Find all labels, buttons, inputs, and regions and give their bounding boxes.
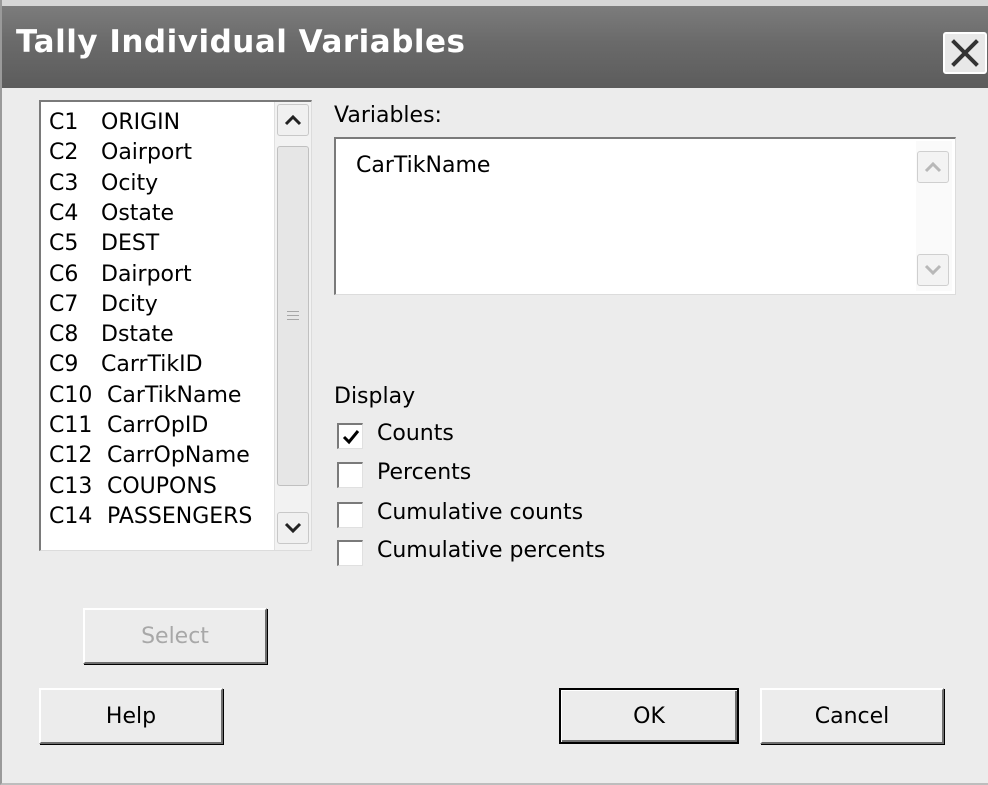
column-name: CarrTikID [101,352,203,378]
close-button[interactable] [943,32,987,74]
checkbox[interactable] [337,540,363,566]
column-name: PASSENGERS [107,503,253,529]
close-icon [951,39,979,67]
scroll-down-button[interactable] [277,512,309,544]
columns-scrollbar[interactable] [274,102,311,550]
column-id: C13 [49,473,93,499]
column-name: Ocity [101,170,159,196]
column-name: COUPONS [107,473,217,499]
display-option-label: Counts [377,421,454,446]
display-option-label: Percents [377,460,472,485]
column-id: C6 [49,261,79,287]
select-button[interactable]: Select [83,608,267,664]
column-name: CarTikName [107,382,242,408]
checkbox[interactable] [337,502,363,528]
variables-label: Variables: [334,103,442,128]
checkmark-icon [342,429,359,444]
column-id: C10 [49,382,93,408]
column-id: C14 [49,503,93,529]
column-id: C8 [49,322,79,348]
column-id: C1 [49,110,79,135]
column-name: Oairport [101,140,193,166]
column-name: CarrOpID [107,413,209,438]
checkbox[interactable] [337,423,363,449]
ok-button[interactable]: OK [559,688,739,744]
columns-listbox[interactable]: C1 ORIGIN C2 Oairport C3 Ocity C4 Ostate C5 DEST C… [39,100,312,551]
tally-dialog: Tally Individual Variables C1 ORIGIN C2 Oai… [0,0,988,785]
variables-scroll-down-button[interactable] [917,254,949,286]
title-bar[interactable]: Tally Individual Variables [2,0,988,88]
scroll-thumb[interactable] [277,146,309,486]
column-id: C11 [49,413,93,438]
display-label: Display [334,384,416,409]
column-name: Ostate [101,200,175,226]
column-id: C9 [49,352,79,378]
cancel-button[interactable]: Cancel [760,688,944,744]
chevron-up-icon [284,114,302,126]
chevron-up-icon [924,161,942,173]
column-id: C5 [49,231,79,257]
column-name: Dstate [101,322,174,348]
variables-scrollbar[interactable] [916,141,952,291]
chevron-down-icon [924,264,942,276]
column-id: C3 [49,170,79,196]
variables-value: CarTikName [356,153,491,178]
column-id: C4 [49,200,79,226]
variables-field[interactable]: CarTikName [334,137,956,295]
column-name: ORIGIN [101,110,181,135]
checkbox[interactable] [337,462,363,488]
column-id: C12 [49,443,93,469]
column-name: Dairport [101,261,192,287]
variables-scroll-up-button[interactable] [917,151,949,183]
column-name: CarrOpName [107,443,250,469]
column-name: Dcity [101,291,158,317]
scroll-up-button[interactable] [277,104,309,136]
column-id: C2 [49,140,79,166]
help-button[interactable]: Help [39,688,223,744]
display-option-label: Cumulative percents [377,538,606,563]
column-id: C7 [49,291,79,317]
column-name: DEST [101,231,160,257]
display-option-label: Cumulative counts [377,500,584,525]
chevron-down-icon [284,522,302,534]
dialog-title: Tally Individual Variables [16,24,466,60]
